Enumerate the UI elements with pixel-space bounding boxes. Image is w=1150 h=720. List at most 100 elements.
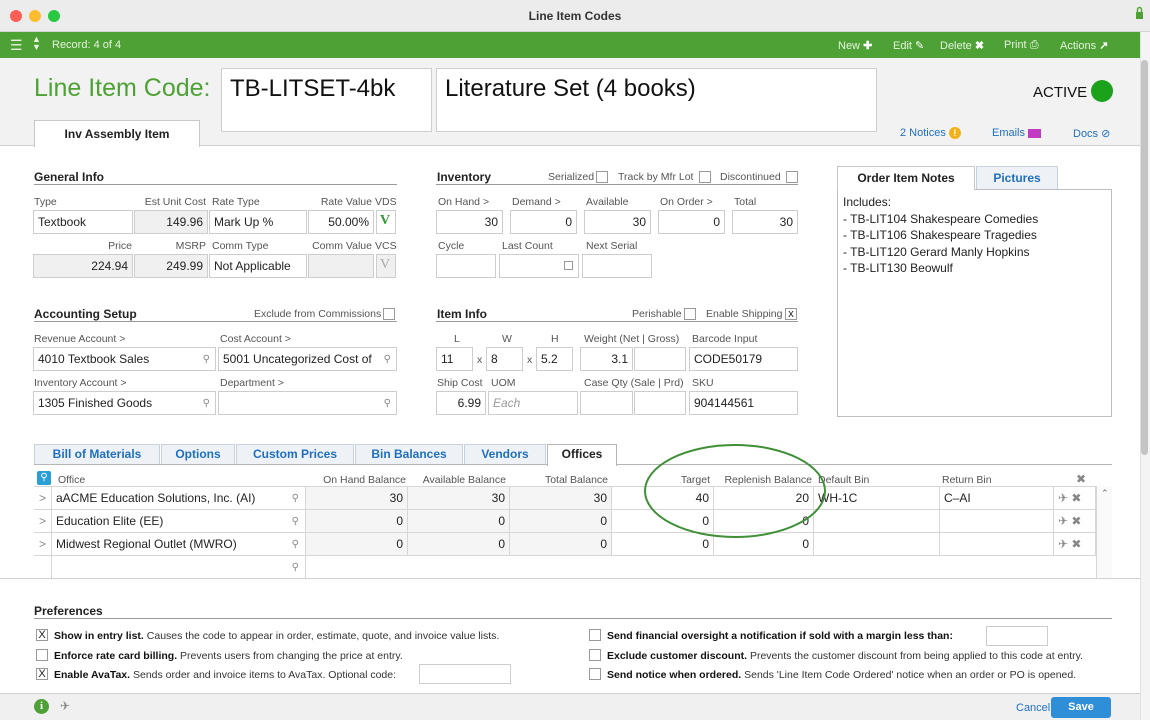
cost-account-field[interactable]: 5001 Uncategorized Cost of ⚲	[218, 347, 397, 371]
return-bin-cell[interactable]	[940, 533, 1054, 556]
exclude-discount-checkbox[interactable]	[589, 649, 601, 661]
track-mfr-lot-checkbox[interactable]	[699, 171, 711, 183]
delete-row-icon[interactable]: ✖	[1071, 514, 1081, 528]
calendar-icon[interactable]	[564, 261, 573, 270]
rate-type-field[interactable]: Mark Up %	[209, 210, 307, 234]
search-icon: ⚲	[291, 539, 299, 550]
pin-icon[interactable]: ✈	[1058, 537, 1068, 551]
delete-row-icon[interactable]: ✖	[1071, 537, 1081, 551]
enable-avatax-checkbox[interactable]: X	[36, 668, 48, 680]
emails-link[interactable]: Emails	[992, 127, 1042, 139]
tab-options[interactable]: Options	[161, 444, 235, 464]
info-icon[interactable]: i	[34, 699, 49, 714]
width-field[interactable]: 8	[486, 347, 523, 371]
remove-all-icon[interactable]: ✖	[1076, 472, 1086, 486]
return-bin-cell[interactable]	[940, 510, 1054, 533]
sku-field[interactable]: 904144561	[689, 391, 798, 415]
next-serial-field[interactable]	[582, 254, 652, 278]
vds-toggle[interactable]: V	[376, 210, 396, 234]
tab-bill-of-materials[interactable]: Bill of Materials	[34, 444, 160, 464]
office-cell[interactable]: aACME Education Solutions, Inc. (AI) ⚲	[52, 487, 306, 510]
code-field[interactable]: TB-LITSET-4bk	[221, 68, 432, 132]
table-scrollbar[interactable]: ⌃	[1096, 486, 1112, 578]
case-qty-sale-field[interactable]	[580, 391, 633, 415]
rate-value-field[interactable]: 50.00%	[308, 210, 374, 234]
default-bin-cell[interactable]	[814, 510, 940, 533]
discontinued-checkbox[interactable]	[786, 171, 798, 183]
margin-threshold-field[interactable]	[986, 626, 1048, 646]
inventory-account-label[interactable]: Inventory Account >	[34, 377, 127, 389]
available-cell: 30	[408, 487, 510, 510]
enforce-rate-card-label: Enforce rate card billing. Prevents user…	[54, 650, 403, 662]
tab-pictures[interactable]: Pictures	[976, 166, 1058, 189]
actions-button[interactable]: Actions ↗	[1060, 39, 1108, 52]
cycle-field[interactable]	[436, 254, 496, 278]
return-bin-cell[interactable]: C–AI	[940, 487, 1054, 510]
notices-link[interactable]: 2 Notices !	[900, 127, 961, 139]
weight-net-field[interactable]: 3.1	[580, 347, 633, 371]
case-qty-prd-field[interactable]	[634, 391, 686, 415]
save-button[interactable]: Save	[1051, 697, 1111, 718]
new-office-cell[interactable]: ⚲	[52, 556, 306, 579]
pin-icon[interactable]: ✈	[1058, 514, 1068, 528]
cancel-button[interactable]: Cancel	[1016, 702, 1050, 714]
tab-custom-prices[interactable]: Custom Prices	[236, 444, 354, 464]
on-order-label[interactable]: On Order >	[660, 196, 713, 208]
type-field[interactable]: Textbook	[33, 210, 133, 234]
new-button[interactable]: New ✚	[838, 39, 872, 52]
scrollbar-thumb[interactable]	[1141, 60, 1148, 455]
tab-offices[interactable]: Offices	[547, 444, 617, 466]
inventory-account-field[interactable]: 1305 Finished Goods ⚲	[33, 391, 216, 415]
delete-row-icon[interactable]: ✖	[1071, 491, 1081, 505]
exclude-commissions-checkbox[interactable]	[383, 308, 395, 320]
case-qty-label: Case Qty (Sale | Prd)	[584, 377, 684, 389]
avatax-code-field[interactable]	[419, 664, 511, 684]
row-actions: ✈ ✖	[1054, 487, 1096, 510]
tab-order-item-notes[interactable]: Order Item Notes	[837, 166, 975, 190]
cost-account-label[interactable]: Cost Account >	[220, 333, 291, 345]
uom-field[interactable]: Each	[488, 391, 578, 415]
default-bin-cell[interactable]	[814, 533, 940, 556]
department-field[interactable]: ⚲	[218, 391, 397, 415]
hamburger-menu-icon[interactable]: ☰	[10, 37, 23, 54]
revenue-account-label[interactable]: Revenue Account >	[34, 333, 125, 345]
pin-icon[interactable]: ✈	[60, 699, 70, 713]
expand-row-icon[interactable]: >	[34, 533, 52, 556]
vcs-toggle[interactable]: V	[376, 254, 396, 278]
record-stepper-icon[interactable]: ▲ ▼	[32, 35, 41, 52]
enforce-rate-card-checkbox[interactable]	[36, 649, 48, 661]
show-in-entry-list-checkbox[interactable]: X	[36, 629, 48, 641]
office-cell[interactable]: Education Elite (EE) ⚲	[52, 510, 306, 533]
delete-button[interactable]: Delete ✖	[940, 39, 984, 52]
tab-bin-balances[interactable]: Bin Balances	[355, 444, 463, 464]
barcode-field[interactable]: CODE50179	[689, 347, 798, 371]
description-field[interactable]: Literature Set (4 books)	[436, 68, 877, 132]
expand-row-icon[interactable]: >	[34, 510, 52, 533]
revenue-account-field[interactable]: 4010 Textbook Sales ⚲	[33, 347, 216, 371]
row-actions: ✈ ✖	[1054, 533, 1096, 556]
expand-row-icon[interactable]: >	[34, 487, 52, 510]
serialized-checkbox[interactable]	[596, 171, 608, 183]
on-hand-label[interactable]: On Hand >	[438, 196, 489, 208]
weight-gross-field[interactable]	[634, 347, 686, 371]
default-bin-cell[interactable]: WH-1C	[814, 487, 940, 510]
print-button[interactable]: Print ⎙	[1004, 39, 1039, 52]
edit-button[interactable]: Edit ✎	[893, 39, 924, 52]
perishable-checkbox[interactable]	[684, 308, 696, 320]
comm-type-field[interactable]: Not Applicable	[209, 254, 307, 278]
demand-label[interactable]: Demand >	[512, 196, 561, 208]
office-cell[interactable]: Midwest Regional Outlet (MWRO) ⚲	[52, 533, 306, 556]
enable-shipping-checkbox[interactable]: x	[785, 308, 797, 320]
ship-cost-field[interactable]: 6.99	[436, 391, 486, 415]
department-label[interactable]: Department >	[220, 377, 284, 389]
last-count-field[interactable]	[499, 254, 579, 278]
length-field[interactable]: 11	[436, 347, 473, 371]
type-tab[interactable]: Inv Assembly Item	[34, 120, 200, 147]
margin-notification-checkbox[interactable]	[589, 629, 601, 641]
docs-link[interactable]: Docs ⊘	[1073, 127, 1110, 140]
tab-vendors[interactable]: Vendors	[464, 444, 546, 464]
height-field[interactable]: 5.2	[536, 347, 573, 371]
pin-icon[interactable]: ✈	[1058, 491, 1068, 505]
notice-when-ordered-checkbox[interactable]	[589, 668, 601, 680]
search-icon[interactable]: ⚲	[37, 471, 51, 485]
